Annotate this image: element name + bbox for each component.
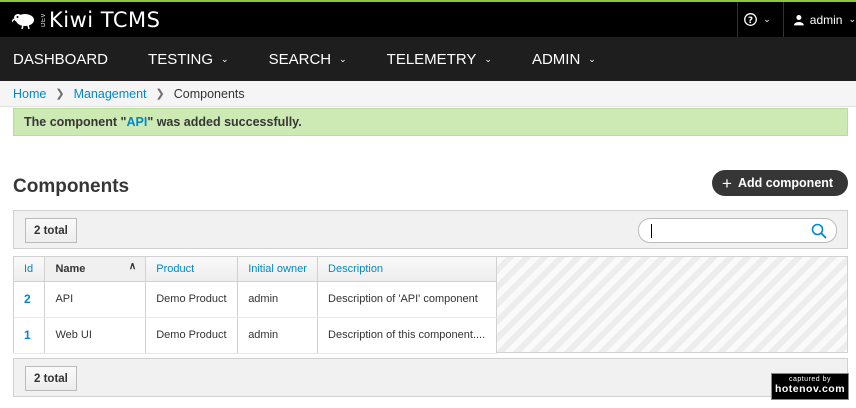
table-row: 1 Web UI Demo Product admin Description … — [14, 317, 497, 354]
component-id-link[interactable]: 1 — [24, 328, 31, 342]
chevron-right-icon: ❯ — [155, 88, 165, 100]
capture-watermark: captured by hotenov.com — [771, 373, 849, 400]
question-circle-icon: ? — [744, 13, 758, 26]
alert-component-link[interactable]: API — [126, 115, 147, 129]
chevron-down-icon: ⌄ — [588, 53, 596, 64]
breadcrumb-home[interactable]: Home — [13, 87, 46, 101]
nav-testing[interactable]: TESTING ⌄ — [135, 37, 242, 81]
user-icon — [794, 14, 804, 25]
table-toolbar-top: 2 total — [13, 210, 848, 249]
column-header-label: Name — [55, 262, 86, 275]
cell-description: Description of this component.... — [317, 317, 497, 354]
svg-text:?: ? — [748, 16, 753, 26]
page-title: Components — [13, 176, 130, 197]
breadcrumb-management[interactable]: Management — [74, 87, 147, 101]
nav-label: TELEMETRY — [386, 50, 477, 68]
chevron-down-icon: ⌄ — [848, 14, 856, 24]
chevron-down-icon: ⌄ — [484, 53, 492, 64]
version-label: DEV — [41, 13, 47, 27]
components-table-container: Id Name ∧ Product Initial owner Descripti… — [13, 256, 848, 354]
kiwi-bird-icon — [12, 14, 34, 30]
column-header-owner[interactable]: Initial owner — [237, 257, 319, 282]
component-id-link[interactable]: 2 — [24, 292, 31, 306]
cell-name: Web UI — [44, 317, 147, 354]
search-icon[interactable] — [811, 223, 827, 239]
nav-admin[interactable]: ADMIN ⌄ — [519, 37, 609, 81]
table-row: 2 API Demo Product admin Description of … — [14, 281, 497, 318]
chevron-down-icon: ⌄ — [221, 53, 229, 64]
success-alert: The component " API " was added successful… — [13, 108, 848, 136]
nav-dashboard[interactable]: DASHBOARD — [0, 37, 121, 81]
brand-logo[interactable]: DEV Kiwi TCMS — [12, 8, 161, 32]
cell-id: 1 — [14, 317, 46, 354]
total-count: 2 total — [25, 218, 77, 243]
table-header-row: Id Name ∧ Product Initial owner Descripti… — [14, 257, 497, 282]
cell-owner: admin — [237, 317, 319, 354]
plus-icon: + — [722, 173, 732, 193]
user-menu[interactable]: admin ⌄ — [783, 2, 856, 37]
search-input[interactable] — [638, 218, 837, 243]
nav-label: DASHBOARD — [13, 50, 109, 68]
cell-product: Demo Product — [145, 281, 239, 318]
username: admin — [809, 12, 843, 27]
alert-prefix: The component " — [24, 115, 127, 129]
add-component-label: Add component — [737, 176, 834, 190]
brand-name: Kiwi TCMS — [49, 8, 161, 32]
breadcrumb-current: Components — [173, 86, 245, 101]
components-table: Id Name ∧ Product Initial owner Descripti… — [14, 257, 497, 354]
help-menu[interactable]: ? ⌄ — [737, 2, 777, 37]
cell-id: 2 — [14, 281, 46, 318]
cell-owner: admin — [237, 281, 319, 318]
column-header-product[interactable]: Product — [145, 257, 239, 282]
alert-suffix: " was added successfully. — [147, 115, 302, 129]
cell-product: Demo Product — [145, 317, 239, 354]
cell-description: Description of 'API' component — [317, 281, 497, 318]
nav-label: ADMIN — [531, 50, 581, 68]
breadcrumb: Home ❯ Management ❯ Components — [0, 81, 856, 107]
main-nav: DASHBOARD TESTING ⌄ SEARCH ⌄ TELEMETRY ⌄ AD… — [0, 37, 856, 81]
nav-search[interactable]: SEARCH ⌄ — [256, 37, 360, 81]
sort-ascending-icon: ∧ — [128, 261, 137, 272]
column-header-name[interactable]: Name ∧ — [44, 257, 147, 282]
column-header-description[interactable]: Description — [317, 257, 497, 282]
top-bar: DEV Kiwi TCMS ? ⌄ admin ⌄ — [0, 0, 856, 37]
cell-name: API — [44, 281, 147, 318]
chevron-down-icon: ⌄ — [763, 14, 771, 24]
chevron-down-icon: ⌄ — [339, 53, 347, 64]
column-header-id[interactable]: Id — [14, 257, 46, 282]
watermark-line2: hotenov.com — [774, 383, 846, 395]
nav-label: TESTING — [148, 50, 214, 68]
total-count: 2 total — [25, 366, 77, 391]
add-component-button[interactable]: + Add component — [712, 170, 848, 196]
table-toolbar-bottom: 2 total — [13, 358, 848, 397]
nav-label: SEARCH — [268, 50, 332, 68]
watermark-line1: captured by — [788, 376, 832, 383]
text-cursor — [651, 224, 652, 238]
nav-telemetry[interactable]: TELEMETRY ⌄ — [374, 37, 505, 81]
chevron-right-icon: ❯ — [55, 88, 65, 100]
